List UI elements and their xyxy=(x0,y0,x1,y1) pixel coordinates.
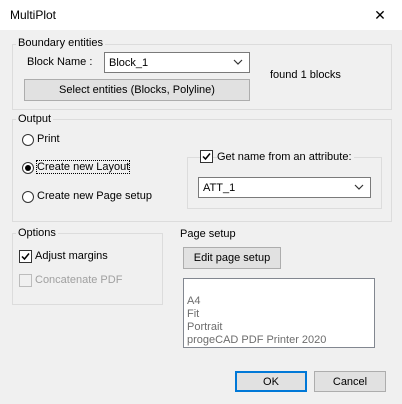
edit-page-setup-button[interactable]: Edit page setup xyxy=(183,247,281,269)
orientation-text: Portrait xyxy=(187,321,223,333)
select-entities-button[interactable]: Select entities (Blocks, Polyline) xyxy=(24,79,250,101)
cancel-button[interactable]: Cancel xyxy=(314,371,386,392)
options-legend: Options xyxy=(16,227,58,239)
output-legend: Output xyxy=(16,113,54,125)
scale-text: Fit xyxy=(187,308,200,320)
page-setup-legend: Page setup xyxy=(180,228,236,240)
options-group xyxy=(12,233,163,305)
page-setup-info-box: A4 Fit Portrait progeCAD PDF Printer 202… xyxy=(183,278,375,348)
create-new-page-setup-label[interactable]: Create new Page setup xyxy=(37,190,152,202)
adjust-margins-checkbox[interactable] xyxy=(19,250,32,263)
attribute-checkbox[interactable] xyxy=(200,150,213,163)
attribute-combo[interactable]: ATT_1 xyxy=(198,177,371,198)
attribute-value: ATT_1 xyxy=(203,182,236,194)
print-radio[interactable] xyxy=(22,134,34,146)
concatenate-pdf-label: Concatenate PDF xyxy=(35,274,123,286)
paper-size-text: A4 xyxy=(187,295,201,307)
print-label[interactable]: Print xyxy=(37,133,60,145)
window-title: MultiPlot xyxy=(10,8,57,22)
create-new-page-setup-radio[interactable] xyxy=(22,191,34,203)
checkmark-icon xyxy=(202,153,211,161)
chevron-down-icon xyxy=(233,59,243,65)
create-new-layout-radio[interactable] xyxy=(22,162,34,174)
create-new-layout-label[interactable]: Create new Layout xyxy=(35,160,131,174)
block-name-combo[interactable]: Block_1 xyxy=(104,52,250,73)
block-name-value: Block_1 xyxy=(109,57,149,69)
checkmark-icon xyxy=(21,253,30,261)
title-bar: MultiPlot ✕ xyxy=(0,0,402,30)
chevron-down-icon xyxy=(354,184,364,190)
adjust-margins-label[interactable]: Adjust margins xyxy=(35,250,108,262)
boundary-entities-legend: Boundary entities xyxy=(16,37,105,49)
close-button[interactable]: ✕ xyxy=(358,0,402,30)
close-icon: ✕ xyxy=(374,6,386,23)
found-blocks-text: found 1 blocks xyxy=(270,69,341,81)
concatenate-pdf-checkbox xyxy=(19,274,32,287)
printer-text: progeCAD PDF Printer 2020 xyxy=(187,334,327,346)
block-name-label: Block Name : xyxy=(27,56,93,68)
ok-button[interactable]: OK xyxy=(235,371,307,392)
attribute-checkbox-label[interactable]: Get name from an attribute: xyxy=(217,151,354,163)
